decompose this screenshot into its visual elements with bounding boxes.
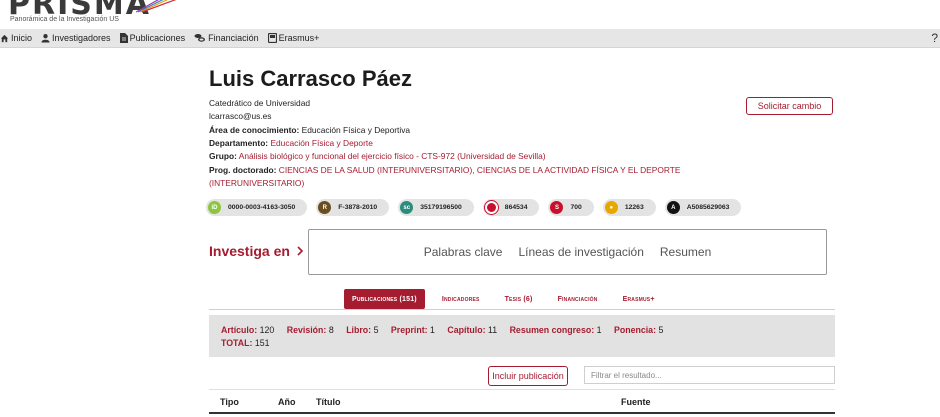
nav-financiacion[interactable]: Financiación (194, 33, 259, 43)
researcherid-icon: R (318, 201, 332, 214)
research-lines-link[interactable]: Líneas de investigación (518, 245, 643, 259)
nav-label: Inicio (11, 33, 33, 43)
scopus-icon: sc (400, 201, 414, 214)
identifier-value: 864534 (504, 204, 528, 211)
nav-label: Investigadores (52, 33, 111, 43)
summary-item: Artículo: 120 (221, 325, 275, 335)
summary-total: TOTAL: 151 (221, 337, 823, 350)
group-link[interactable]: Análisis biológico y funcional del ejerc… (239, 151, 546, 161)
logo-subtitle: Panorámica de la Investigación US (10, 16, 119, 23)
tab-financiacion[interactable]: Financiación (550, 289, 606, 309)
doctoral-program-link[interactable]: CIENCIAS DE LA SALUD (INTERUNIVERSITARIO… (279, 165, 681, 175)
scopus-pill[interactable]: sc 35179196500 (398, 199, 474, 216)
total-value: 151 (254, 338, 270, 348)
doctoral-program-row: Prog. doctorado: CIENCIAS DE LA SALUD (I… (209, 165, 680, 176)
group-label: Grupo: (209, 151, 237, 161)
researcherid-pill[interactable]: R F-3878-2010 (316, 199, 390, 216)
coins-icon (194, 34, 206, 42)
column-header-titulo[interactable]: Título (316, 397, 341, 407)
researcher-user-icon: ● (604, 201, 618, 214)
request-change-button[interactable]: Solicitar cambio (746, 97, 833, 115)
identifier-value: 700 (570, 204, 582, 211)
investiga-en-label: Investiga en (209, 243, 290, 259)
summary-link[interactable]: Resumen (660, 245, 711, 259)
identifier-value: 12263 (624, 204, 644, 211)
chevron-right-icon (297, 246, 304, 256)
help-button[interactable]: ? (931, 31, 938, 45)
openalex-icon: A (666, 201, 680, 214)
area-row: Área de conocimiento: Educación Física y… (209, 125, 410, 136)
nav-investigadores[interactable]: Investigadores (41, 33, 111, 43)
investiga-en-toggle[interactable]: Investiga en (209, 243, 305, 259)
summary-item: Capítulo: 11 (447, 325, 498, 335)
dialnet-pill[interactable]: 864534 (482, 199, 540, 216)
department-link[interactable]: Educación Física y Deporte (270, 138, 372, 148)
nav-erasmus[interactable]: Erasmus+ (267, 33, 320, 43)
keywords-link[interactable]: Palabras clave (424, 245, 503, 259)
openalex-pill[interactable]: A A5085629063 (664, 199, 742, 216)
nav-label: Publicaciones (129, 33, 186, 43)
column-header-ano[interactable]: Año (278, 397, 296, 407)
summary-item: Resumen congreso: 1 (509, 325, 602, 335)
sisius-pill[interactable]: S 700 (548, 199, 594, 216)
main-navbar: Inicio Investigadores Publicaciones Fina… (0, 29, 940, 48)
publication-summary: Artículo: 120 Revisión: 8 Libro: 5 Prepr… (209, 315, 835, 357)
publications-table-header: Tipo Año Título Fuente (209, 389, 835, 414)
nav-publicaciones[interactable]: Publicaciones (119, 33, 186, 43)
book-icon (267, 33, 277, 43)
dialnet-icon (484, 201, 498, 214)
nav-label: Erasmus+ (278, 33, 320, 43)
home-icon (0, 34, 9, 42)
identifier-value: A5085629063 (686, 204, 730, 211)
identifier-value: F-3878-2010 (338, 204, 378, 211)
column-header-fuente[interactable]: Fuente (621, 397, 651, 407)
doctoral-program-label: Prog. doctorado: (209, 165, 277, 175)
identifier-value: 0000-0003-4163-3050 (228, 204, 296, 211)
person-icon (41, 34, 50, 43)
section-tabs: Publicaciones (151) Indicadores Tesis (6… (344, 289, 672, 309)
nav-inicio[interactable]: Inicio (0, 33, 32, 43)
filter-input[interactable] (584, 366, 835, 384)
area-value: Educación Física y Deportiva (301, 125, 411, 135)
tab-publicaciones[interactable]: Publicaciones (151) (344, 289, 425, 309)
summary-item: Revisión: 8 (286, 325, 334, 335)
nav-label: Financiación (208, 33, 259, 43)
summary-item: Libro: 5 (346, 325, 379, 335)
summary-item: Preprint: 1 (390, 325, 435, 335)
department-row: Departamento: Educación Física y Deporte (209, 138, 373, 149)
area-label: Área de conocimiento: (209, 125, 300, 135)
researcher-email[interactable]: lcarrasco@us.es (209, 111, 272, 122)
tabs-divider (209, 309, 835, 310)
group-row: Grupo: Análisis biológico y funcional de… (209, 151, 546, 162)
sisius-icon: S (550, 201, 564, 214)
researcher-user-pill[interactable]: ● 12263 (602, 199, 656, 216)
researcher-position: Catedrático de Universidad (209, 98, 311, 108)
prisma-logo[interactable]: PRISMA Panorámica de la Investigación US (8, 0, 208, 28)
department-label: Departamento: (209, 138, 269, 148)
total-label: TOTAL: (221, 338, 253, 348)
identifier-value: 35179196500 (420, 204, 462, 211)
doctoral-program-link-continued[interactable]: (INTERUNIVERSITARIO) (209, 178, 304, 189)
orcid-icon: iD (208, 201, 221, 214)
investiga-en-panel: Palabras clave Líneas de investigación R… (308, 229, 827, 275)
tab-tesis[interactable]: Tesis (6) (497, 289, 541, 309)
researcher-name: Luis Carrasco Páez (209, 66, 412, 91)
summary-item: Ponencia: 5 (613, 325, 664, 335)
document-icon (119, 33, 128, 43)
identifier-list: iD 0000-0003-4163-3050 R F-3878-2010 sc … (206, 199, 750, 216)
include-publication-button[interactable]: Incluir publicación (488, 366, 568, 386)
column-header-tipo[interactable]: Tipo (220, 397, 239, 407)
summary-counts: Artículo: 120 Revisión: 8 Libro: 5 Prepr… (221, 324, 823, 337)
tab-indicadores[interactable]: Indicadores (434, 289, 488, 309)
orcid-pill[interactable]: iD 0000-0003-4163-3050 (206, 199, 308, 216)
logo-swoosh-icon (136, 0, 177, 13)
tab-erasmus[interactable]: Erasmus+ (615, 289, 663, 309)
